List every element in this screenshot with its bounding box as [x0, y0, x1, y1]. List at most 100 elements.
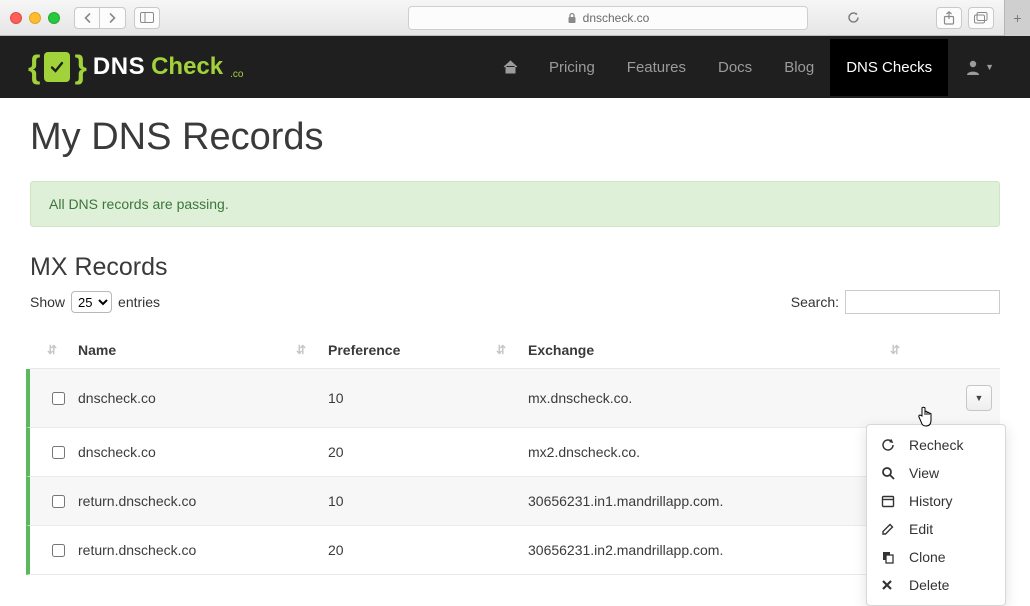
dropdown-recheck[interactable]: Recheck: [867, 431, 1005, 459]
dropdown-label: Recheck: [909, 437, 963, 453]
table-header: ⇵ Name ⇵ Preference ⇵ Exchange ⇵: [30, 332, 1000, 369]
col-ex-label: Exchange: [528, 342, 594, 358]
col-checkbox: ⇵: [38, 343, 78, 357]
close-window-icon[interactable]: [10, 12, 22, 24]
page-title: My DNS Records: [30, 116, 1000, 159]
lock-icon: [567, 12, 577, 24]
dropdown-label: Clone: [909, 549, 946, 565]
logo-brace-left-icon: {: [28, 49, 40, 86]
success-alert: All DNS records are passing.: [30, 181, 1000, 227]
nav-docs[interactable]: Docs: [702, 39, 768, 96]
table-controls: Show 25 entries Search:: [30, 290, 1000, 314]
logo-text-check: Check: [151, 53, 223, 81]
top-navbar: { } DNSCheck .co Pricing Features Docs B…: [0, 36, 1030, 98]
nav-items: Pricing Features Docs Blog DNS Checks ▼: [488, 39, 1002, 96]
dropdown-label: Edit: [909, 521, 933, 537]
nav-pricing[interactable]: Pricing: [533, 39, 611, 96]
alert-text: All DNS records are passing.: [49, 196, 229, 212]
minimize-window-icon[interactable]: [29, 12, 41, 24]
dropdown-edit[interactable]: Edit: [867, 515, 1005, 543]
col-name-label: Name: [78, 342, 116, 358]
caret-down-icon: ▼: [985, 62, 994, 72]
search-box: Search:: [791, 290, 1000, 314]
edit-icon: [881, 522, 897, 536]
nav-user-menu[interactable]: ▼: [948, 58, 1002, 76]
maximize-window-icon[interactable]: [48, 12, 60, 24]
browser-toolbar: dnscheck.co +: [0, 0, 1030, 36]
dropdown-view[interactable]: View: [867, 459, 1005, 487]
table-row: dnscheck.co 10 mx.dnscheck.co. ▼: [26, 369, 1000, 428]
entries-select[interactable]: 25: [71, 291, 112, 313]
url-host: dnscheck.co: [583, 11, 650, 25]
search-input[interactable]: [845, 290, 1000, 314]
cell-name: dnscheck.co: [78, 390, 328, 406]
cell-exchange: mx.dnscheck.co.: [528, 390, 922, 406]
dropdown-delete[interactable]: Delete: [867, 571, 1005, 599]
cell-exchange: 30656231.in1.mandrillapp.com.: [528, 493, 922, 509]
cell-name: return.dnscheck.co: [78, 542, 328, 558]
records-table: ⇵ Name ⇵ Preference ⇵ Exchange ⇵ dnscheck.c…: [30, 332, 1000, 575]
search-icon: [881, 466, 897, 480]
show-label-post: entries: [118, 294, 160, 310]
calendar-icon: [881, 494, 897, 508]
dropdown-label: View: [909, 465, 939, 481]
window-controls: [10, 12, 60, 24]
address-bar[interactable]: dnscheck.co: [408, 6, 808, 30]
row-checkbox[interactable]: [52, 544, 65, 557]
cell-preference: 10: [328, 493, 528, 509]
logo-sub: .co: [230, 69, 243, 80]
cell-exchange: mx2.dnscheck.co.: [528, 444, 922, 460]
forward-button[interactable]: [100, 7, 126, 29]
show-label-pre: Show: [30, 294, 65, 310]
sort-icon: ⇵: [296, 343, 304, 357]
row-checkbox[interactable]: [52, 495, 65, 508]
new-tab-button[interactable]: +: [1004, 0, 1030, 36]
cursor-pointer-icon: [916, 406, 934, 428]
dropdown-label: Delete: [909, 577, 949, 593]
row-actions-button[interactable]: ▼: [966, 385, 992, 411]
logo[interactable]: { } DNSCheck .co: [28, 49, 243, 86]
close-icon: [881, 579, 897, 591]
show-entries: Show 25 entries: [30, 291, 160, 313]
logo-brace-right-icon: }: [74, 49, 86, 86]
table-row: return.dnscheck.co 10 30656231.in1.mandr…: [26, 477, 1000, 526]
col-pref-label: Preference: [328, 342, 400, 358]
sort-icon: ⇵: [890, 343, 898, 357]
logo-check-icon: [44, 52, 70, 82]
share-button[interactable]: [936, 7, 962, 29]
nav-back-forward: [74, 7, 126, 29]
col-exchange[interactable]: Exchange ⇵: [528, 342, 922, 358]
dropdown-clone[interactable]: Clone: [867, 543, 1005, 571]
row-checkbox[interactable]: [52, 446, 65, 459]
dropdown-label: History: [909, 493, 953, 509]
row-checkbox[interactable]: [52, 392, 65, 405]
table-row: return.dnscheck.co 20 30656231.in2.mandr…: [26, 526, 1000, 575]
nav-home-icon[interactable]: [488, 59, 533, 75]
tabs-button[interactable]: [968, 7, 994, 29]
cell-preference: 10: [328, 390, 528, 406]
reload-button[interactable]: [839, 6, 868, 30]
copy-icon: [881, 550, 897, 564]
cell-preference: 20: [328, 542, 528, 558]
col-name[interactable]: Name ⇵: [78, 342, 328, 358]
cell-name: dnscheck.co: [78, 444, 328, 460]
refresh-icon: [881, 438, 897, 452]
section-title: MX Records: [30, 253, 1000, 282]
row-actions-dropdown: Recheck View History Edit Clone Delete: [866, 424, 1006, 606]
sort-icon: ⇵: [496, 343, 504, 357]
logo-text-dns: DNS: [93, 53, 145, 81]
nav-dns-checks[interactable]: DNS Checks: [830, 39, 948, 96]
nav-features[interactable]: Features: [611, 39, 702, 96]
col-preference[interactable]: Preference ⇵: [328, 342, 528, 358]
sidebar-toggle-button[interactable]: [134, 7, 160, 29]
search-label: Search:: [791, 294, 839, 310]
cell-name: return.dnscheck.co: [78, 493, 328, 509]
nav-blog[interactable]: Blog: [768, 39, 830, 96]
back-button[interactable]: [74, 7, 100, 29]
dropdown-history[interactable]: History: [867, 487, 1005, 515]
table-row: dnscheck.co 20 mx2.dnscheck.co.: [26, 428, 1000, 477]
cell-exchange: 30656231.in2.mandrillapp.com.: [528, 542, 922, 558]
sort-icon[interactable]: ⇵: [47, 343, 55, 357]
user-icon: [964, 58, 982, 76]
cell-preference: 20: [328, 444, 528, 460]
